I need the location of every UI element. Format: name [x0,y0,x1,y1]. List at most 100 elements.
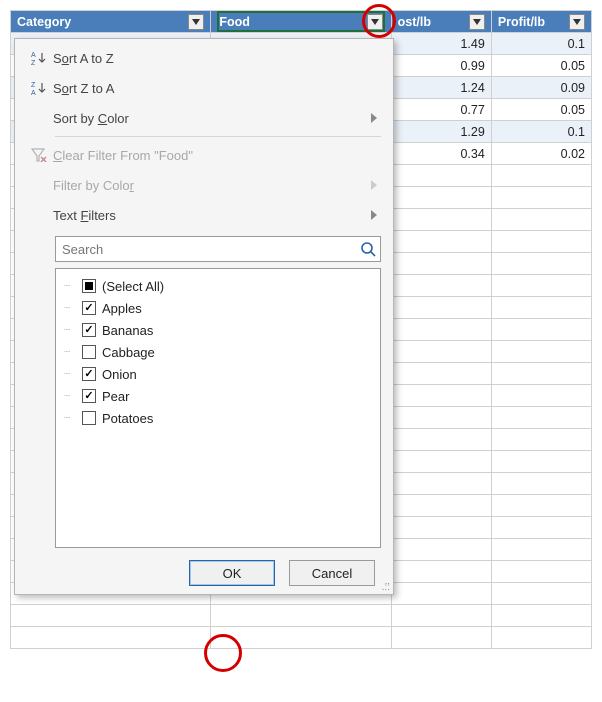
cell[interactable] [391,275,491,297]
table-row[interactable] [11,605,592,627]
cell[interactable] [491,539,591,561]
cell[interactable] [391,341,491,363]
cell[interactable] [391,363,491,385]
cell[interactable]: 0.77 [391,99,491,121]
cell[interactable] [491,407,591,429]
cell[interactable] [491,231,591,253]
cell[interactable] [391,209,491,231]
cell[interactable] [491,385,591,407]
cell[interactable] [391,165,491,187]
filter-button-category[interactable] [188,14,204,30]
cell[interactable] [391,517,491,539]
header-food[interactable]: Food [211,11,391,33]
cell[interactable] [491,451,591,473]
cell[interactable] [391,495,491,517]
cell[interactable]: 1.49 [391,33,491,55]
header-profit-label: Profit/lb [498,15,565,29]
cell[interactable]: 0.1 [491,33,591,55]
cell[interactable] [391,451,491,473]
cell[interactable]: 0.02 [491,143,591,165]
checkbox[interactable] [82,367,96,381]
cell[interactable]: 0.1 [491,121,591,143]
cell[interactable] [391,605,491,627]
resize-grip-icon[interactable]: ...:: [382,579,390,591]
cell[interactable] [391,319,491,341]
search-box[interactable] [55,236,381,262]
checklist-item-label: Potatoes [102,411,153,426]
checklist-item[interactable]: ┈Apples [64,297,372,319]
cell[interactable]: 0.05 [491,99,591,121]
checklist-item[interactable]: ┈Pear [64,385,372,407]
cell[interactable] [491,341,591,363]
cell[interactable] [391,473,491,495]
cell[interactable]: 1.24 [391,77,491,99]
cell[interactable] [491,297,591,319]
checkbox[interactable] [82,389,96,403]
cell[interactable] [391,539,491,561]
cell[interactable]: 0.34 [391,143,491,165]
checklist-item[interactable]: ┈Potatoes [64,407,372,429]
cell[interactable]: 0.05 [491,55,591,77]
search-icon [356,241,380,257]
header-profit[interactable]: Profit/lb [491,11,591,33]
checklist-item[interactable]: ┈Onion [64,363,372,385]
cell[interactable] [391,253,491,275]
search-input[interactable] [56,242,356,257]
cell[interactable] [491,429,591,451]
cell[interactable] [491,627,591,649]
filter-button-cost[interactable] [469,14,485,30]
cell[interactable] [491,165,591,187]
filter-checklist[interactable]: ┈(Select All)┈Apples┈Bananas┈Cabbage┈Oni… [55,268,381,548]
cell[interactable] [491,561,591,583]
sort-az-label: Sort A to Z [53,51,377,66]
sort-z-to-a[interactable]: ZA Sort Z to A [15,73,393,103]
cell[interactable] [391,385,491,407]
cell[interactable] [11,605,211,627]
cell[interactable] [391,561,491,583]
cancel-button[interactable]: Cancel [289,560,375,586]
checkbox[interactable] [82,411,96,425]
header-cost[interactable]: ost/lb [391,11,491,33]
cell[interactable] [491,275,591,297]
chevron-down-icon [473,19,481,25]
cell[interactable] [491,605,591,627]
cell[interactable] [211,627,391,649]
sort-by-color[interactable]: Sort by Color [15,103,393,133]
filter-button-food[interactable] [367,14,383,30]
cell[interactable] [391,231,491,253]
sort-a-to-z[interactable]: AZ Sort A to Z [15,43,393,73]
header-category[interactable]: Category [11,11,211,33]
cell[interactable]: 0.09 [491,77,591,99]
checkbox[interactable] [82,301,96,315]
text-filters[interactable]: Text Filters [15,200,393,230]
checklist-item[interactable]: ┈Cabbage [64,341,372,363]
cell[interactable] [391,627,491,649]
cell[interactable] [211,605,391,627]
cell[interactable] [391,407,491,429]
cell[interactable]: 1.29 [391,121,491,143]
ok-button[interactable]: OK [189,560,275,586]
cell[interactable] [491,209,591,231]
cell[interactable] [491,495,591,517]
cell[interactable] [491,363,591,385]
checkbox[interactable] [82,323,96,337]
cell[interactable] [491,319,591,341]
filter-button-profit[interactable] [569,14,585,30]
cell[interactable] [491,253,591,275]
checklist-item[interactable]: ┈Bananas [64,319,372,341]
table-row[interactable] [11,627,592,649]
tree-connector-icon: ┈ [64,391,82,402]
cell[interactable] [391,187,491,209]
cell[interactable] [491,583,591,605]
cell[interactable] [391,297,491,319]
cell[interactable]: 0.99 [391,55,491,77]
cell[interactable] [491,187,591,209]
checklist-item[interactable]: ┈(Select All) [64,275,372,297]
checkbox[interactable] [82,345,96,359]
cell[interactable] [491,473,591,495]
cell[interactable] [11,627,211,649]
checkbox[interactable] [82,279,96,293]
cell[interactable] [491,517,591,539]
cell[interactable] [391,583,491,605]
cell[interactable] [391,429,491,451]
